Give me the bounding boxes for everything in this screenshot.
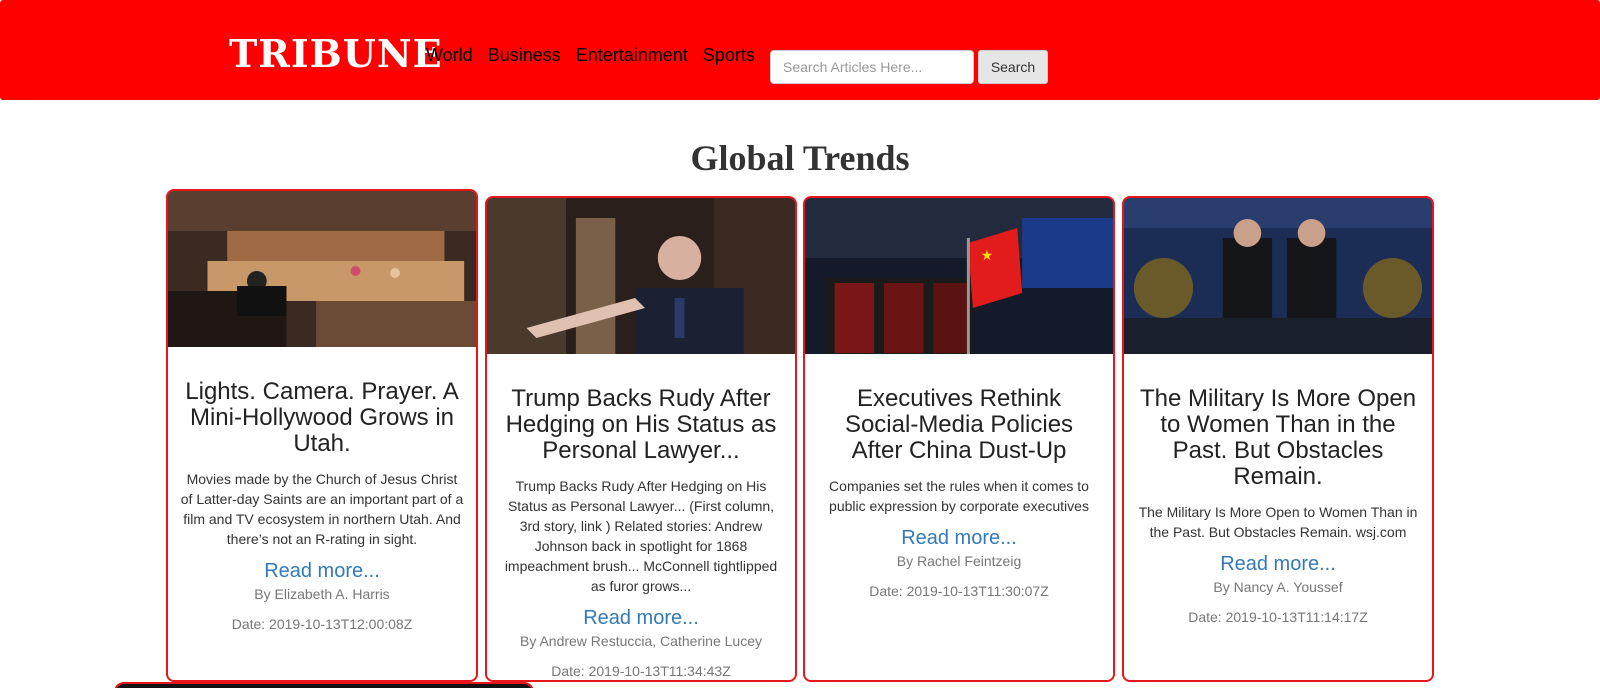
article-author: By Nancy A. Youssef <box>1213 579 1343 595</box>
article-card: Trump Backs Rudy After Hedging on His St… <box>485 196 797 682</box>
article-description: Companies set the rules when it comes to… <box>829 478 1089 514</box>
article-description: Movies made by the Church of Jesus Chris… <box>180 471 464 547</box>
read-more-link[interactable]: Read more... <box>499 606 783 630</box>
article-date: Date: 2019-10-13T12:00:08Z <box>231 616 413 632</box>
read-more-link[interactable]: Read more... <box>180 559 464 583</box>
article-date: Date: 2019-10-13T11:34:43Z <box>551 663 731 679</box>
nav-link-world[interactable]: World <box>426 44 473 66</box>
article-author: By Andrew Restuccia, Catherine Lucey <box>519 633 762 649</box>
read-more-link[interactable]: Read more... <box>817 526 1101 550</box>
article-title[interactable]: The Military Is More Open to Women Than … <box>1136 386 1420 490</box>
nav-link-entertainment[interactable]: Entertainment <box>576 44 688 66</box>
article-card: Lights. Camera. Prayer. A Mini-Hollywood… <box>166 189 478 682</box>
article-date: Date: 2019-10-13T11:14:17Z <box>1188 609 1368 625</box>
brand-logo[interactable]: TRIBUNE <box>229 30 443 78</box>
article-image-military-women[interactable] <box>1124 198 1432 354</box>
nav-link-business[interactable]: Business <box>488 44 561 66</box>
search-button[interactable]: Search <box>978 50 1048 84</box>
article-title[interactable]: Trump Backs Rudy After Hedging on His St… <box>499 386 783 464</box>
article-image-china-flag[interactable]: ★ <box>805 198 1113 354</box>
top-navbar: TRIBUNE World Business Entertainment Spo… <box>0 0 1600 100</box>
article-image-giuliani[interactable] <box>487 198 795 354</box>
section-title: Global Trends <box>690 138 910 178</box>
article-date: Date: 2019-10-13T11:30:07Z <box>869 583 1049 599</box>
nav-link-sports[interactable]: Sports <box>703 44 755 66</box>
article-image-film-set[interactable] <box>168 191 476 347</box>
next-row-card-edge <box>114 682 534 688</box>
article-title[interactable]: Executives Rethink Social-Media Policies… <box>817 386 1101 464</box>
read-more-link[interactable]: Read more... <box>1136 552 1420 576</box>
article-title[interactable]: Lights. Camera. Prayer. A Mini-Hollywood… <box>180 379 464 457</box>
article-author: By Rachel Feintzeig <box>896 553 1022 569</box>
svg-text:★: ★ <box>981 248 993 264</box>
search-input[interactable] <box>770 50 974 84</box>
article-card: ★ Executives Rethink Social-Media Polici… <box>803 196 1115 682</box>
article-card: The Military Is More Open to Women Than … <box>1122 196 1434 682</box>
nav-links: World Business Entertainment Sports <box>426 44 770 66</box>
article-author: By Elizabeth A. Harris <box>254 586 390 602</box>
article-description: Trump Backs Rudy After Hedging on His St… <box>504 478 778 594</box>
article-description: The Military Is More Open to Women Than … <box>1138 504 1418 540</box>
